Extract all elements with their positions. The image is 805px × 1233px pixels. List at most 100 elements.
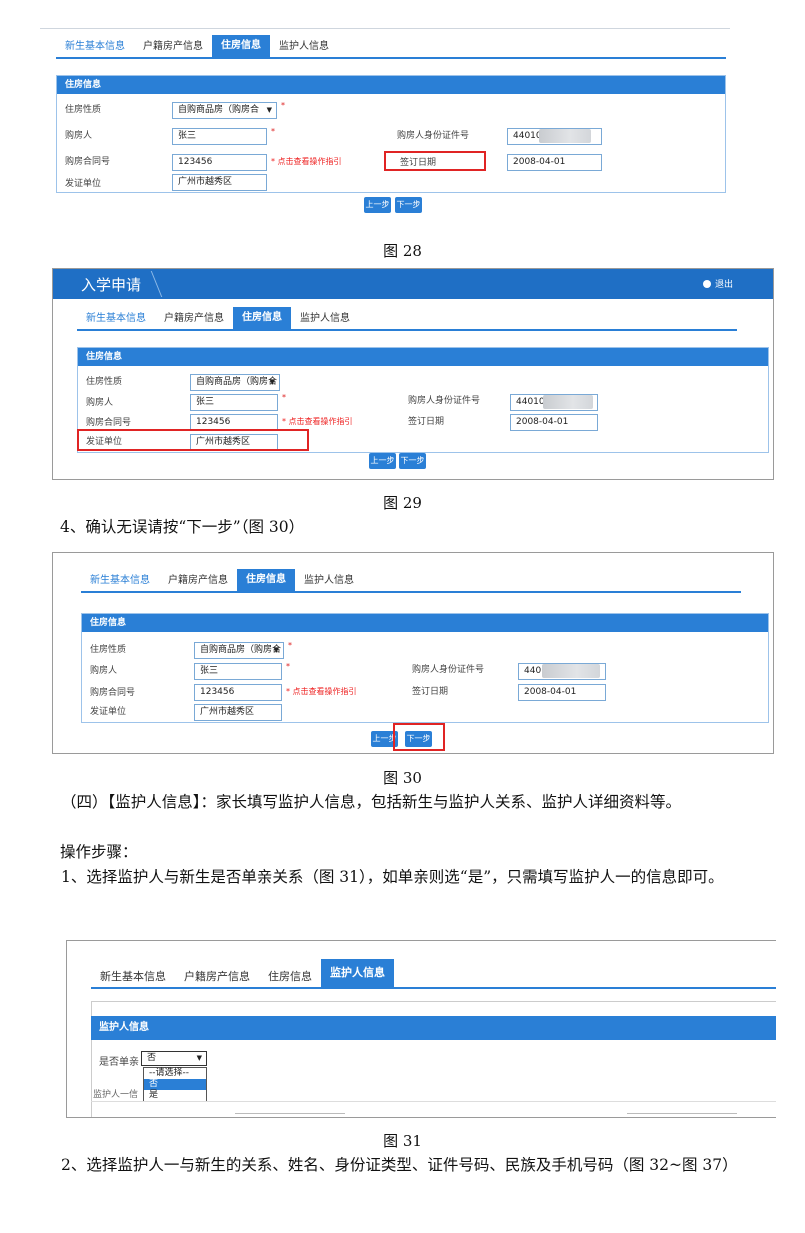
caption-fig30: 图 30 — [383, 769, 422, 787]
step1-text: 1、选择监护人与新生是否单亲关系（图 31），如单亲则选“是”，只需填写监护人一… — [61, 868, 724, 886]
housing-panel: 住房信息 住房性质 自购商品房（购房合 ▼ * 购房人 张三 * 购房人身份证件号… — [81, 613, 769, 723]
label-single-parent: 是否单亲 — [99, 1057, 139, 1068]
label-buyer-id: 购房人身份证件号 — [397, 131, 470, 141]
screenshot-fig28: 新生基本信息 户籍房产信息 住房信息 监护人信息 住房信息 住房性质 自购商品房… — [40, 28, 730, 218]
logout-label: 退出 — [714, 280, 733, 290]
power-icon — [702, 280, 711, 288]
sign-date-input[interactable]: 2008-04-01 — [518, 684, 606, 701]
panel-title: 住房信息 — [78, 348, 768, 366]
issuer-input[interactable]: 广州市越秀区 — [194, 704, 282, 721]
housing-panel: 住房信息 住房性质 自购商品房（购房合 ▼ * 购房人 张三 * 购房人身份证件号… — [56, 75, 726, 193]
contract-no-input[interactable]: 123456 — [172, 154, 267, 171]
form-tabs: 新生基本信息 户籍房产信息 住房信息 监护人信息 — [81, 569, 741, 593]
tab-household-info[interactable]: 户籍房产信息 — [159, 571, 237, 591]
redacted-id — [543, 395, 593, 409]
label-contract-no: 购房合同号 — [65, 157, 111, 167]
tab-student-info[interactable]: 新生基本信息 — [91, 967, 175, 987]
tab-housing-info[interactable]: 住房信息 — [212, 35, 270, 57]
dropdown-option-yes[interactable]: 是 — [144, 1090, 206, 1101]
tab-household-info[interactable]: 户籍房产信息 — [155, 309, 233, 329]
form-tabs: 新生基本信息 户籍房产信息 住房信息 监护人信息 — [77, 307, 737, 331]
tab-housing-info[interactable]: 住房信息 — [237, 569, 295, 591]
label-issuer: 发证单位 — [90, 707, 127, 717]
screenshot-fig31: 新生基本信息 户籍房产信息 住房信息 监护人信息 监护人信息 是否单亲 否 ▼ -… — [66, 940, 776, 1118]
caption-fig31: 图 31 — [383, 1132, 422, 1150]
screenshot-fig30: 新生基本信息 户籍房产信息 住房信息 监护人信息 住房信息 住房性质 自购商品房… — [52, 552, 774, 754]
panel-title: 监护人信息 — [91, 1016, 776, 1040]
label-housing-type: 住房性质 — [65, 105, 102, 115]
label-buyer: 购房人 — [90, 666, 118, 676]
label-buyer: 购房人 — [86, 398, 114, 408]
field-stub — [235, 1113, 345, 1114]
buyer-input[interactable]: 张三 — [172, 128, 267, 145]
label-contract-no: 购房合同号 — [86, 418, 132, 428]
field-stub — [627, 1113, 737, 1114]
highlight-box — [393, 723, 445, 751]
panel-title: 住房信息 — [57, 76, 725, 94]
tab-student-info[interactable]: 新生基本信息 — [77, 309, 155, 329]
required-mark: * — [281, 101, 285, 110]
step2-text: 2、选择监护人一与新生的关系、姓名、身份证类型、证件号码、民族及手机号码（图 3… — [61, 1156, 738, 1174]
label-sign-date: 签订日期 — [408, 417, 445, 427]
single-parent-value: 否 — [147, 1053, 157, 1063]
next-button[interactable]: 下一步 — [395, 197, 422, 213]
redacted-id — [539, 129, 591, 143]
label-buyer: 购房人 — [65, 131, 93, 141]
tab-student-info[interactable]: 新生基本信息 — [81, 571, 159, 591]
chevron-down-icon: ▼ — [269, 378, 275, 386]
guide-link[interactable]: * 点击查看操作指引 — [286, 686, 357, 697]
tab-guardian-info[interactable]: 监护人信息 — [321, 959, 394, 987]
tab-household-info[interactable]: 户籍房产信息 — [134, 37, 212, 57]
next-button[interactable]: 下一步 — [399, 453, 426, 469]
tab-housing-info[interactable]: 住房信息 — [259, 967, 321, 987]
tab-household-info[interactable]: 户籍房产信息 — [175, 967, 259, 987]
housing-type-select[interactable]: 自购商品房（购房合 ▼ — [172, 102, 277, 119]
housing-type-value: 自购商品房（购房合 — [178, 105, 260, 115]
buyer-input[interactable]: 张三 — [194, 663, 282, 680]
label-contract-no: 购房合同号 — [90, 688, 136, 698]
caption-fig28: 图 28 — [383, 242, 422, 260]
label-housing-type: 住房性质 — [90, 645, 127, 655]
tab-guardian-info[interactable]: 监护人信息 — [270, 37, 338, 57]
label-sign-date: 签订日期 — [412, 687, 449, 697]
redacted-id — [542, 664, 600, 678]
form-tabs: 新生基本信息 户籍房产信息 住房信息 监护人信息 — [91, 959, 776, 989]
prev-button[interactable]: 上一步 — [364, 197, 391, 213]
caption-fig29: 图 29 — [383, 494, 422, 512]
label-buyer-id: 购房人身份证件号 — [412, 665, 485, 675]
single-parent-select[interactable]: 否 ▼ — [141, 1051, 207, 1066]
guide-link-text: 点击查看操作指引 — [288, 417, 353, 426]
tab-guardian-info[interactable]: 监护人信息 — [295, 571, 363, 591]
highlight-box — [384, 151, 486, 171]
logout-button[interactable]: 退出 — [702, 277, 733, 290]
label-issuer: 发证单位 — [65, 179, 102, 189]
prev-button[interactable]: 上一步 — [369, 453, 396, 469]
app-header: 入学申请 退出 — [53, 269, 773, 299]
form-tabs: 新生基本信息 户籍房产信息 住房信息 监护人信息 — [56, 35, 726, 59]
label-housing-type: 住房性质 — [86, 377, 123, 387]
section4-text: （四）【监护人信息】：家长填写监护人信息，包括新生与监护人关系、监护人详细资料等… — [61, 793, 682, 811]
app-title: 入学申请 — [81, 276, 142, 294]
tab-student-info[interactable]: 新生基本信息 — [56, 37, 134, 57]
sign-date-input[interactable]: 2008-04-01 — [510, 414, 598, 431]
dropdown-option-no[interactable]: 否 — [144, 1079, 206, 1090]
sign-date-input[interactable]: 2008-04-01 — [507, 154, 602, 171]
step4-text: 4、确认无误请按“下一步”（图 30） — [60, 518, 305, 536]
label-buyer-id: 购房人身份证件号 — [408, 396, 481, 406]
required-mark: * — [282, 393, 286, 402]
guide-link-text: 点击查看操作指引 — [292, 687, 357, 696]
tab-guardian-info[interactable]: 监护人信息 — [291, 309, 359, 329]
guide-link[interactable]: * 点击查看操作指引 — [271, 156, 342, 167]
single-parent-dropdown: --请选择-- 否 是 — [143, 1067, 207, 1102]
required-mark: * — [286, 662, 290, 671]
screenshot-fig29: 入学申请 退出 新生基本信息 户籍房产信息 住房信息 监护人信息 住房信息 住房… — [52, 268, 774, 480]
dropdown-option-placeholder[interactable]: --请选择-- — [144, 1068, 206, 1079]
contract-no-input[interactable]: 123456 — [194, 684, 282, 701]
buyer-input[interactable]: 张三 — [190, 394, 278, 411]
tab-housing-info[interactable]: 住房信息 — [233, 307, 291, 329]
guide-link[interactable]: * 点击查看操作指引 — [282, 416, 353, 427]
issuer-input[interactable]: 广州市越秀区 — [172, 174, 267, 191]
guide-link-text: 点击查看操作指引 — [277, 157, 342, 166]
housing-type-select[interactable]: 自购商品房（购房合 ▼ — [190, 374, 280, 391]
housing-type-select[interactable]: 自购商品房（购房合 ▼ — [194, 642, 284, 659]
